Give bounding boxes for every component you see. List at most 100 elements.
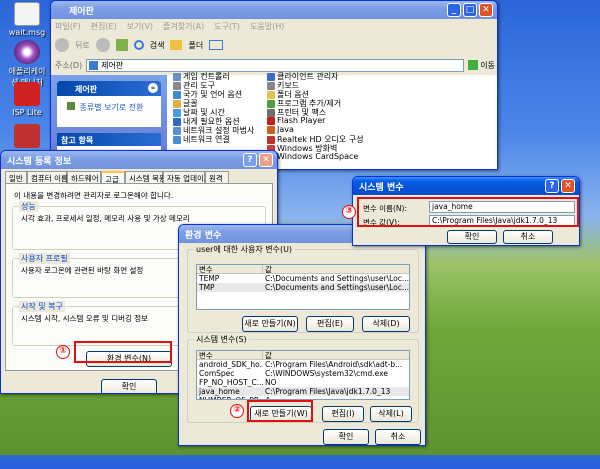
address-input[interactable]: 제어판 [86,58,465,72]
table-row[interactable]: android_SDK_ho... C:\Program Files\Androi… [197,360,409,369]
menu-view[interactable]: 보기(V) [127,21,153,32]
folders-icon [170,40,183,50]
tab-strip: 일반 컴퓨터 이름 하드웨어 고급 시스템 복원 자동 업데이트 원격 [5,171,275,184]
cancel-button[interactable]: 취소 [375,429,421,445]
user-profile-text: 사용자 로그온에 관련된 바탕 화면 설정 [21,266,144,275]
control-panel-item-label: 네트워크 연결 [183,135,230,144]
table-row[interactable]: ComSpec C:\WINDOWS\system32\cmd.exe [197,369,409,378]
list-header: 변수 값 [197,265,409,274]
variable-name-cell: TEMP [199,274,220,283]
taskbar [0,455,600,469]
title-bar[interactable]: 제어판 _ □ ✕ [51,1,497,19]
control-panel-icon [89,60,99,70]
menu-favorites[interactable]: 즐겨찾기(A) [163,21,204,32]
control-panel-item-icon [267,125,275,134]
user-edit-button[interactable]: 편집(E) [306,316,354,332]
tab-1[interactable]: 컴퓨터 이름 [27,171,68,183]
forward-icon[interactable] [95,38,110,52]
callout-3: ③ [342,205,356,219]
variable-value-cell: C:\Documents and Settings\user\Loc... [264,283,409,292]
variable-value-cell: NO [265,378,277,387]
user-new-button[interactable]: 새로 만들기(N) [242,316,298,332]
views-icon[interactable] [209,40,224,50]
ok-button[interactable]: 확인 [323,429,369,445]
table-row[interactable]: TEMP C:\Documents and Settings\user\Loc..… [197,274,409,283]
tab-6[interactable]: 원격 [205,171,229,183]
back-button[interactable]: 뒤로 [75,40,90,51]
admin-note: 이 내용을 변경하려면 관리자로 로그온해야 합니다. [14,191,174,200]
menu-tools[interactable]: 도구(T) [214,21,240,32]
go-icon[interactable] [468,60,479,70]
title-bar[interactable]: 시스템 변수 ? ✕ [353,177,579,195]
ok-button[interactable]: 확인 [447,230,497,244]
close-button[interactable]: ✕ [259,153,273,167]
close-button[interactable]: ✕ [479,3,493,17]
task-pane-title: 제어판 « [57,81,161,96]
control-panel-item[interactable]: Java [267,125,294,134]
desktop-icon-isp[interactable]: ISP Lite [6,82,48,117]
window-title: 시스템 등록 정보 [7,157,72,167]
variable-name-cell: java_home [199,387,240,396]
control-panel-item[interactable]: 네트워크 연결 [173,134,230,145]
system-delete-button[interactable]: 삭제(L) [370,406,412,422]
tab-0[interactable]: 일반 [5,171,27,183]
table-row[interactable]: java_home C:\Program Files\Java\jdk1.7.0_… [197,387,409,396]
column-value[interactable]: 값 [263,351,272,359]
user-variables-group: user에 대한 사용자 변수(U) 변수 값 TEMP C:\Documents… [187,244,419,333]
variable-name-cell: FP_NO_HOST_C... [199,378,263,387]
folders-button[interactable]: 폴더 [188,40,203,51]
menu-bar: 파일(F) 편집(E) 보기(V) 즐겨찾기(A) 도구(T) 도움말(H) [55,21,284,32]
variable-name-cell: android_SDK_ho... [199,360,263,369]
window-title: 제어판 [69,7,94,17]
up-folder-icon[interactable] [115,39,128,51]
cancel-button[interactable]: 취소 [503,230,553,244]
highlight-box-3 [357,197,579,227]
minimize-button[interactable]: _ [447,3,461,17]
control-panel-item[interactable]: Flash Player [267,116,325,125]
user-variables-label: user에 대한 사용자 변수(U) [194,244,295,255]
collapse-icon[interactable]: « [148,83,158,93]
control-panel-box: 제어판 « 종류별 보기로 전환 [57,81,161,127]
control-panel-item-icon [267,116,275,125]
desktop-icon-label: wait.msg [8,28,46,37]
table-row[interactable]: FP_NO_HOST_C... NO [197,378,409,387]
window-title: 시스템 변수 [359,183,404,193]
system-rows: android_SDK_ho... C:\Program Files\Androi… [197,360,409,399]
tab-5[interactable]: 자동 업데이트 [163,171,211,183]
column-variable[interactable]: 변수 [197,265,263,273]
column-variable[interactable]: 변수 [197,351,263,359]
desktop-icon-app-manager[interactable]: 애플리케이션 매니저 [6,40,48,88]
back-icon[interactable] [55,38,69,52]
window-title: 환경 변수 [185,231,222,241]
system-variables-list[interactable]: 변수 값 android_SDK_ho... C:\Program Files\A… [196,350,410,400]
help-button[interactable]: ? [243,153,257,167]
switch-category-link[interactable]: 종류별 보기로 전환 [57,96,161,113]
menu-edit[interactable]: 편집(E) [91,21,117,32]
user-variables-list[interactable]: 변수 값 TEMP C:\Documents and Settings\user\… [196,264,410,310]
close-button[interactable]: ✕ [561,179,575,193]
column-value[interactable]: 값 [263,265,272,273]
see-also-title: 참고 항목 [57,133,161,146]
search-icon [133,40,144,50]
title-bar[interactable]: 시스템 등록 정보 ? ✕ [1,151,277,169]
user-profile-label: 사용자 프로필 [19,253,70,264]
go-button[interactable]: 이동 [480,60,495,71]
system-edit-button[interactable]: 편집(I) [322,406,364,422]
callout-2: ② [230,404,244,418]
menu-file[interactable]: 파일(F) [55,21,81,32]
cd-icon [14,40,40,64]
help-button[interactable]: ? [545,179,559,193]
maximize-button[interactable]: □ [463,3,477,17]
control-panel-item[interactable]: Windows CardSpace [267,152,358,161]
tab-2[interactable]: 하드웨어 [67,171,101,183]
search-button[interactable]: 검색 [150,40,165,51]
desktop-icon-label: ISP Lite [12,108,42,117]
tab-4[interactable]: 시스템 복원 [125,171,166,183]
table-row[interactable]: TMP C:\Documents and Settings\user\Loc... [197,283,409,292]
performance-text: 시각 효과, 프로세서 일정, 메모리 사용 및 가상 메모리 [21,214,190,223]
ok-button[interactable]: 확인 [101,379,157,393]
desktop-icon-wait[interactable]: wait.msg [6,2,48,37]
user-delete-button[interactable]: 삭제(D) [362,316,410,332]
highlight-box-1 [74,341,172,363]
menu-help[interactable]: 도움말(H) [250,21,284,32]
